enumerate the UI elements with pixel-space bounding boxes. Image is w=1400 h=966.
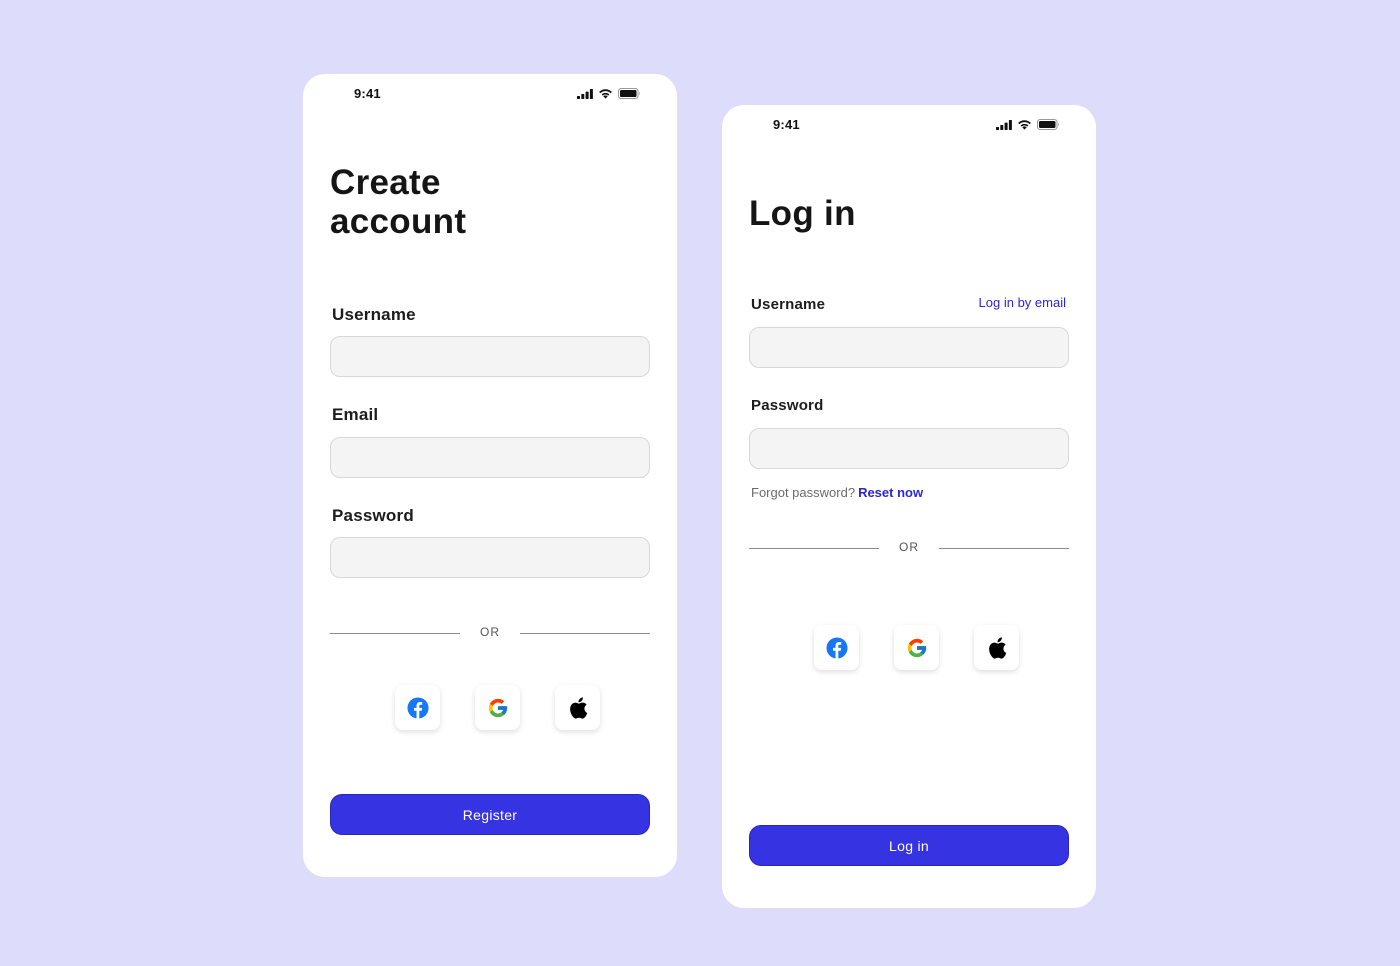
username-label: Username	[751, 296, 826, 313]
reset-now-link[interactable]: Reset now	[858, 485, 923, 500]
login-button[interactable]: Log in	[749, 825, 1069, 866]
facebook-icon	[406, 696, 429, 719]
wifi-icon	[599, 89, 612, 99]
password-label: Password	[332, 506, 414, 525]
status-bar: 9:41	[722, 117, 1096, 137]
apple-icon	[988, 636, 1006, 659]
divider-line	[939, 548, 1069, 549]
cellular-signal-icon	[996, 119, 1012, 130]
username-input[interactable]	[749, 327, 1069, 368]
forgot-password-row: Forgot password? Reset now	[751, 485, 923, 500]
login-by-email-link[interactable]: Log in by email	[979, 295, 1066, 310]
google-button[interactable]	[894, 625, 939, 670]
title-line: account	[330, 202, 467, 241]
wifi-icon	[1018, 120, 1031, 130]
apple-icon	[569, 696, 587, 719]
battery-icon	[1037, 119, 1059, 130]
username-label: Username	[332, 305, 416, 324]
facebook-button[interactable]	[395, 685, 440, 730]
status-time: 9:41	[773, 117, 800, 132]
password-input[interactable]	[330, 537, 650, 578]
page-title: Log in	[749, 194, 856, 233]
register-screen: 9:41 Create account Username Email Passw…	[303, 74, 677, 877]
status-icons	[996, 119, 1060, 130]
forgot-password-text: Forgot password?	[751, 485, 856, 500]
divider-text: OR	[899, 540, 919, 554]
page-title: Create account	[330, 163, 466, 241]
google-icon	[907, 638, 926, 657]
or-divider: OR	[330, 625, 650, 641]
apple-button[interactable]	[555, 685, 600, 730]
title-line: Log in	[749, 194, 856, 233]
google-icon	[488, 698, 507, 717]
status-icons	[577, 88, 641, 99]
apple-button[interactable]	[974, 625, 1019, 670]
login-screen: 9:41 Log in Username Log in by email Pas…	[722, 105, 1096, 908]
battery-icon	[618, 88, 640, 99]
email-input[interactable]	[330, 437, 650, 478]
password-input[interactable]	[749, 428, 1069, 469]
google-button[interactable]	[475, 685, 520, 730]
divider-text: OR	[480, 625, 500, 639]
username-input[interactable]	[330, 336, 650, 377]
social-login-row	[395, 685, 600, 731]
or-divider: OR	[749, 540, 1069, 556]
status-time: 9:41	[354, 86, 381, 101]
email-label: Email	[332, 405, 379, 424]
register-button[interactable]: Register	[330, 794, 650, 835]
social-login-row	[814, 625, 1019, 671]
status-bar: 9:41	[303, 86, 677, 106]
divider-line	[520, 633, 650, 634]
cellular-signal-icon	[577, 88, 593, 99]
title-line: Create	[330, 163, 441, 202]
facebook-button[interactable]	[814, 625, 859, 670]
password-label: Password	[751, 397, 824, 414]
facebook-icon	[825, 636, 848, 659]
